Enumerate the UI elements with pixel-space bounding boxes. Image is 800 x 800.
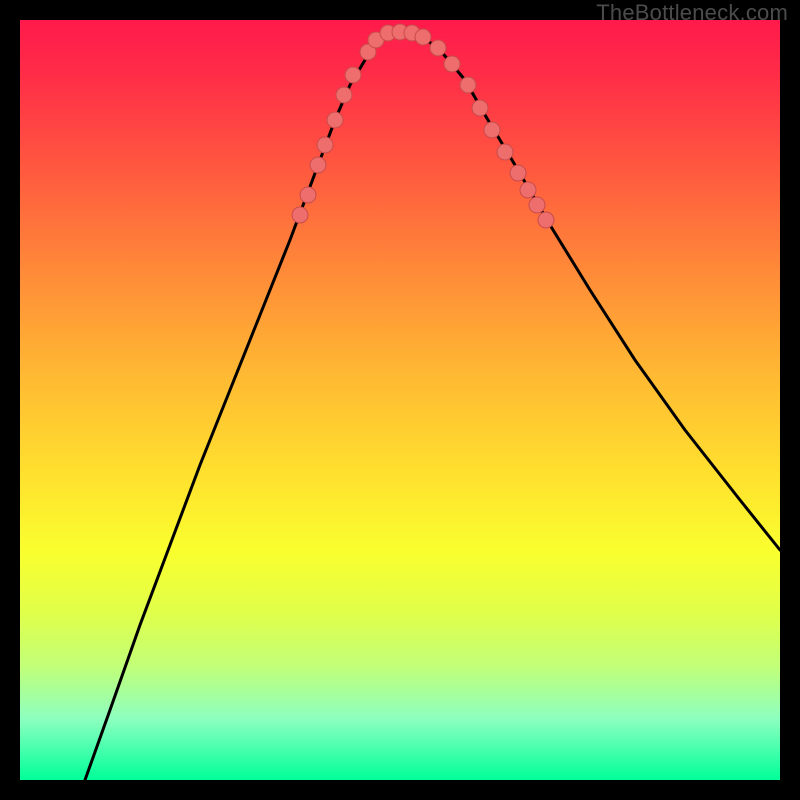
highlight-dot bbox=[292, 207, 308, 223]
highlight-dot bbox=[510, 165, 526, 181]
highlight-dot bbox=[317, 137, 333, 153]
highlight-dot bbox=[444, 56, 460, 72]
highlight-dot bbox=[430, 40, 446, 56]
highlight-dot bbox=[472, 100, 488, 116]
highlight-dot bbox=[300, 187, 316, 203]
highlight-dot bbox=[460, 77, 476, 93]
highlight-dot bbox=[538, 212, 554, 228]
highlight-dot bbox=[336, 87, 352, 103]
highlight-dot bbox=[310, 157, 326, 173]
watermark-label: TheBottleneck.com bbox=[596, 0, 788, 26]
highlight-dot bbox=[484, 122, 500, 138]
highlight-dots-group bbox=[292, 24, 554, 228]
chart-frame bbox=[20, 20, 780, 780]
highlight-dot bbox=[497, 144, 513, 160]
highlight-dot bbox=[345, 67, 361, 83]
highlight-dot bbox=[327, 112, 343, 128]
highlight-dot bbox=[415, 29, 431, 45]
chart-svg bbox=[20, 20, 780, 780]
bottleneck-curve bbox=[85, 32, 780, 780]
highlight-dot bbox=[520, 182, 536, 198]
highlight-dot bbox=[529, 197, 545, 213]
